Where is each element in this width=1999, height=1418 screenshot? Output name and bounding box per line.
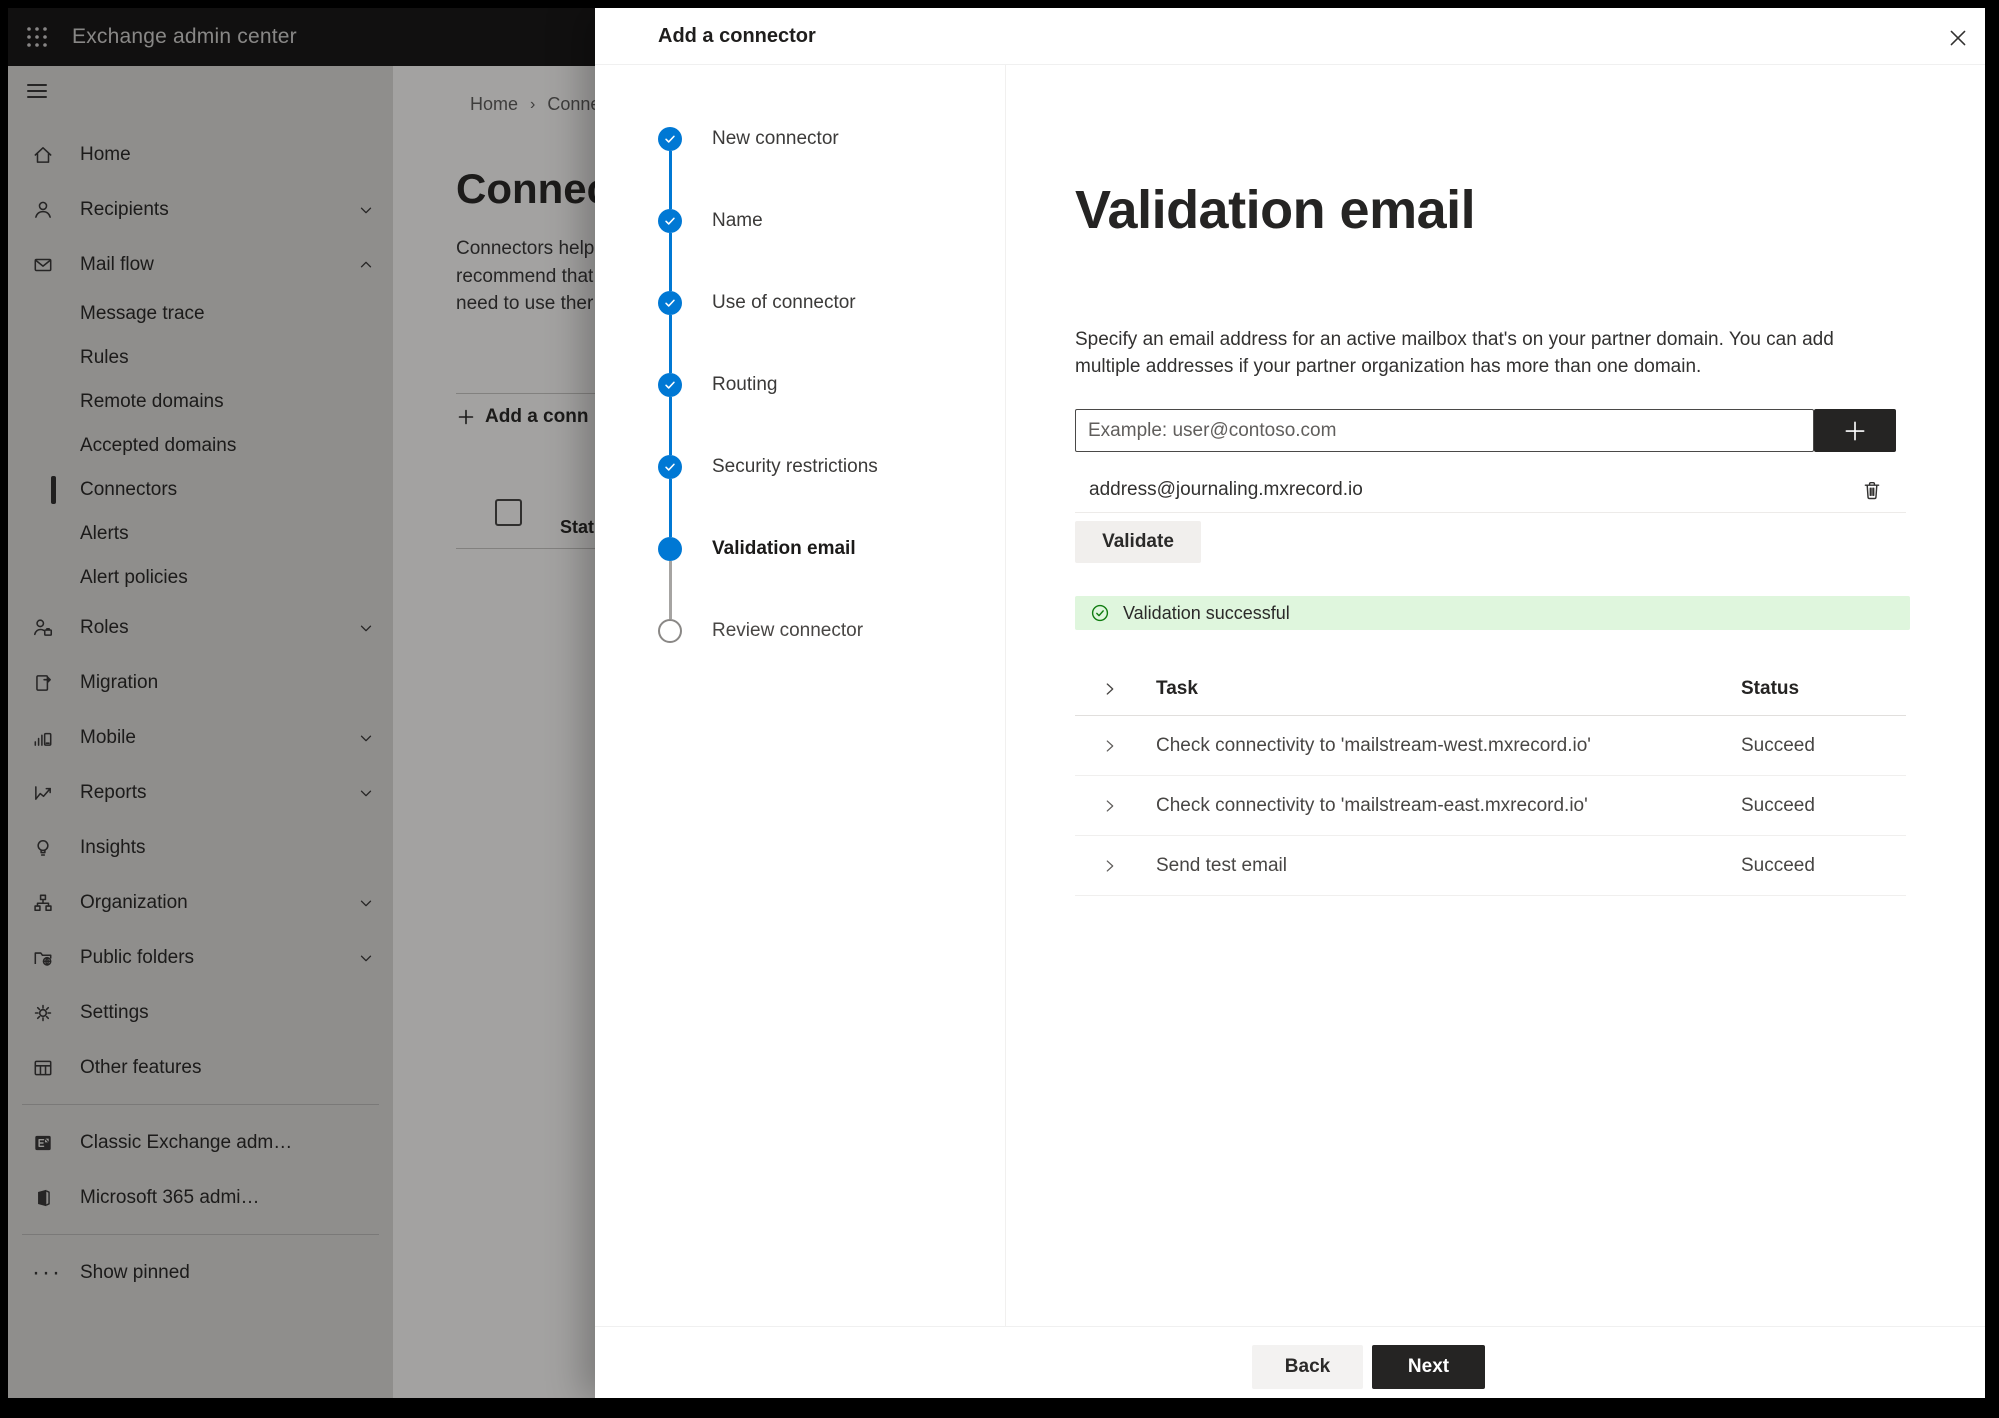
step-completed-icon: [658, 127, 682, 151]
step-label: Security restrictions: [712, 456, 878, 477]
chevron-right-icon[interactable]: [1101, 797, 1119, 815]
step-completed-icon: [658, 209, 682, 233]
step-label: Validation email: [712, 538, 856, 559]
validate-button[interactable]: Validate: [1075, 521, 1201, 563]
step-completed-icon: [658, 373, 682, 397]
table-row: Send test email Succeed: [1075, 836, 1906, 896]
wizard-content: Validation email Specify an email addres…: [1005, 65, 1985, 1398]
email-address-value: address@journaling.mxrecord.io: [1089, 479, 1363, 500]
step-page-heading: Validation email: [1075, 180, 1476, 240]
back-button[interactable]: Back: [1252, 1345, 1363, 1389]
chevron-right-icon[interactable]: [1101, 680, 1119, 698]
app-window: Exchange admin center Home Recipients Ma…: [8, 8, 1985, 1398]
delete-address-trash-icon[interactable]: [1860, 478, 1884, 502]
task-column-header: Task: [1156, 678, 1198, 699]
add-connector-flyout: Add a connector New connector Name Use o…: [595, 8, 1985, 1398]
step-label: Use of connector: [712, 292, 856, 313]
validation-results-table: Task Status Check connectivity to 'mails…: [1075, 663, 1906, 896]
banner-message: Validation successful: [1123, 602, 1290, 623]
task-cell: Send test email: [1156, 854, 1287, 876]
status-cell: Succeed: [1741, 854, 1815, 876]
table-header-row: Task Status: [1075, 663, 1906, 716]
screenshot-frame: Exchange admin center Home Recipients Ma…: [0, 0, 1999, 1418]
table-row: Check connectivity to 'mailstream-east.m…: [1075, 776, 1906, 836]
wizard-step-name[interactable]: Name: [595, 151, 1005, 262]
chevron-right-icon[interactable]: [1101, 857, 1119, 875]
add-email-button[interactable]: [1814, 409, 1896, 452]
step-page-description: Specify an email address for an active m…: [1075, 329, 1834, 377]
wizard-step-security-restrictions[interactable]: Security restrictions: [595, 397, 1005, 508]
wizard-step-use-of-connector[interactable]: Use of connector: [595, 233, 1005, 344]
step-label: New connector: [712, 128, 839, 149]
task-cell: Check connectivity to 'mailstream-east.m…: [1156, 794, 1588, 816]
modal-dim-overlay: [8, 8, 595, 1398]
email-address-row: address@journaling.mxrecord.io: [1075, 468, 1906, 513]
wizard-footer: Back Next: [595, 1326, 1985, 1398]
flyout-header: Add a connector: [595, 8, 1985, 65]
status-cell: Succeed: [1741, 734, 1815, 756]
flyout-title: Add a connector: [658, 25, 816, 47]
step-completed-icon: [658, 455, 682, 479]
table-row: Check connectivity to 'mailstream-west.m…: [1075, 716, 1906, 776]
step-completed-icon: [658, 291, 682, 315]
wizard-step-new-connector[interactable]: New connector: [595, 98, 1005, 180]
chevron-right-icon[interactable]: [1101, 737, 1119, 755]
step-label: Name: [712, 210, 763, 231]
wizard-stepper: New connector Name Use of connector Rout…: [595, 65, 1006, 1398]
wizard-step-review-connector[interactable]: Review connector: [595, 561, 1005, 672]
plus-icon: [1845, 421, 1865, 440]
success-check-icon: [1090, 603, 1110, 623]
email-address-input[interactable]: [1075, 409, 1814, 452]
step-upcoming-icon: [658, 619, 682, 643]
wizard-step-validation-email[interactable]: Validation email: [595, 479, 1005, 590]
step-label: Routing: [712, 374, 778, 395]
step-label: Review connector: [712, 620, 864, 641]
step-current-icon: [658, 537, 682, 561]
close-icon[interactable]: [1947, 27, 1969, 49]
validation-success-banner: Validation successful: [1075, 596, 1910, 630]
task-cell: Check connectivity to 'mailstream-west.m…: [1156, 734, 1591, 756]
status-cell: Succeed: [1741, 794, 1815, 816]
wizard-step-routing[interactable]: Routing: [595, 315, 1005, 426]
next-button[interactable]: Next: [1372, 1345, 1485, 1389]
status-column-header: Status: [1741, 678, 1800, 699]
